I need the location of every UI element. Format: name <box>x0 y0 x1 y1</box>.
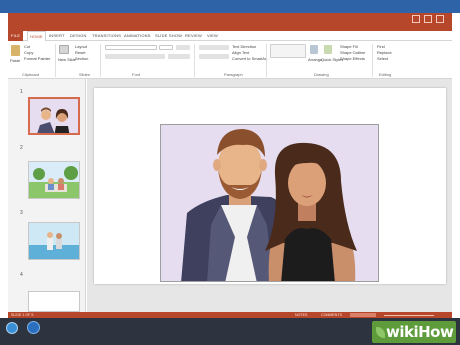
slide-thumbnails-pane[interactable]: 1 2 3 4 <box>8 79 86 312</box>
inserted-picture[interactable] <box>160 124 379 282</box>
paste-icon <box>11 45 20 56</box>
alignment-buttons[interactable] <box>199 54 229 59</box>
maximize-button[interactable] <box>424 15 432 23</box>
font-group-label: Font <box>132 72 141 77</box>
cut-button[interactable]: Cut <box>24 44 30 49</box>
format-painter-button[interactable]: Format Painter <box>24 56 50 61</box>
tab-slide-show[interactable]: SLIDE SHOW <box>155 32 182 40</box>
shape-fill-button[interactable]: Shape Fill <box>340 44 358 49</box>
shape-effects-button[interactable]: Shape Effects <box>340 56 365 61</box>
ribbon-separator <box>266 44 267 77</box>
drawing-group-label: Drawing <box>314 72 329 77</box>
slide-thumbnail-4[interactable] <box>28 291 80 312</box>
beach-scene-thumbnail <box>29 223 79 259</box>
layout-button[interactable]: Layout <box>75 44 87 49</box>
ribbon-separator <box>100 44 101 77</box>
editing-group-label: Editing <box>379 72 392 77</box>
font-grow-shrink-icons[interactable] <box>176 45 190 50</box>
reset-button[interactable]: Reset <box>75 50 85 55</box>
title-bar <box>8 13 452 31</box>
new-slide-button[interactable]: New Slide <box>58 57 76 62</box>
window-top-frame <box>0 0 460 13</box>
slide-thumbnail-2[interactable] <box>28 161 80 199</box>
powerpoint-window: FILE HOME INSERT DESIGN TRANSITIONS ANIM… <box>8 13 452 318</box>
start-button[interactable] <box>6 322 18 334</box>
current-slide[interactable] <box>94 88 446 284</box>
view-buttons[interactable] <box>350 313 376 317</box>
ribbon-separator <box>55 44 56 77</box>
shape-outline-button[interactable]: Shape Outline <box>340 50 365 55</box>
ribbon: Paste Cut Copy Format Painter Clipboard … <box>8 41 452 79</box>
close-button[interactable] <box>436 15 444 23</box>
tab-design[interactable]: DESIGN <box>70 32 87 40</box>
section-button[interactable]: Section <box>75 56 88 61</box>
slides-group-label: Slides <box>79 72 90 77</box>
shapes-gallery[interactable] <box>270 44 306 58</box>
wikihow-leaf-icon <box>376 327 385 338</box>
slide-thumbnail-1[interactable] <box>28 97 80 135</box>
thumbnail-number: 2 <box>20 145 23 151</box>
picnic-scene-thumbnail <box>29 162 79 198</box>
slide-editing-area[interactable] <box>87 79 452 312</box>
wikihow-watermark: wikiHow <box>372 321 456 343</box>
font-name-dropdown[interactable] <box>105 45 157 50</box>
font-size-dropdown[interactable] <box>159 45 173 50</box>
ribbon-separator <box>194 44 195 77</box>
slide-thumbnail-3[interactable] <box>28 222 80 260</box>
tab-home[interactable]: HOME <box>27 31 46 41</box>
watermark-text: wikiHow <box>386 323 454 341</box>
tab-file[interactable]: FILE <box>8 31 24 41</box>
text-direction-button[interactable]: Text Direction <box>232 44 256 49</box>
ribbon-tabs: FILE HOME INSERT DESIGN TRANSITIONS ANIM… <box>8 31 452 41</box>
find-button[interactable]: Find <box>377 44 385 49</box>
tab-review[interactable]: REVIEW <box>185 32 202 40</box>
tab-insert[interactable]: INSERT <box>49 32 65 40</box>
arrange-icon <box>310 45 318 54</box>
font-style-buttons[interactable] <box>105 54 165 59</box>
font-color-buttons[interactable] <box>168 54 190 59</box>
tab-view[interactable]: VIEW <box>207 32 218 40</box>
minimize-button[interactable] <box>412 15 420 23</box>
paste-button[interactable]: Paste <box>10 58 20 63</box>
ribbon-separator <box>372 44 373 77</box>
quick-styles-icon <box>324 45 332 54</box>
paragraph-group-label: Paragraph <box>224 72 243 77</box>
couple-portrait-thumbnail <box>30 99 78 133</box>
clipboard-group-label: Clipboard <box>22 72 40 77</box>
thumbnail-number: 1 <box>20 89 23 95</box>
couple-portrait-image <box>161 125 378 281</box>
copy-button[interactable]: Copy <box>24 50 33 55</box>
new-slide-icon <box>59 45 69 54</box>
select-button[interactable]: Select <box>377 56 388 61</box>
align-text-button[interactable]: Align Text <box>232 50 249 55</box>
zoom-slider[interactable] <box>384 315 434 316</box>
tab-animations[interactable]: ANIMATIONS <box>124 32 151 40</box>
thumbnail-number: 3 <box>20 210 23 216</box>
thumbnail-number: 4 <box>20 272 23 278</box>
tab-transitions[interactable]: TRANSITIONS <box>92 32 121 40</box>
convert-smartart-button[interactable]: Convert to SmartArt <box>232 56 267 61</box>
list-buttons[interactable] <box>199 45 229 50</box>
taskbar-app-icon[interactable] <box>27 321 40 334</box>
replace-button[interactable]: Replace <box>377 50 392 55</box>
